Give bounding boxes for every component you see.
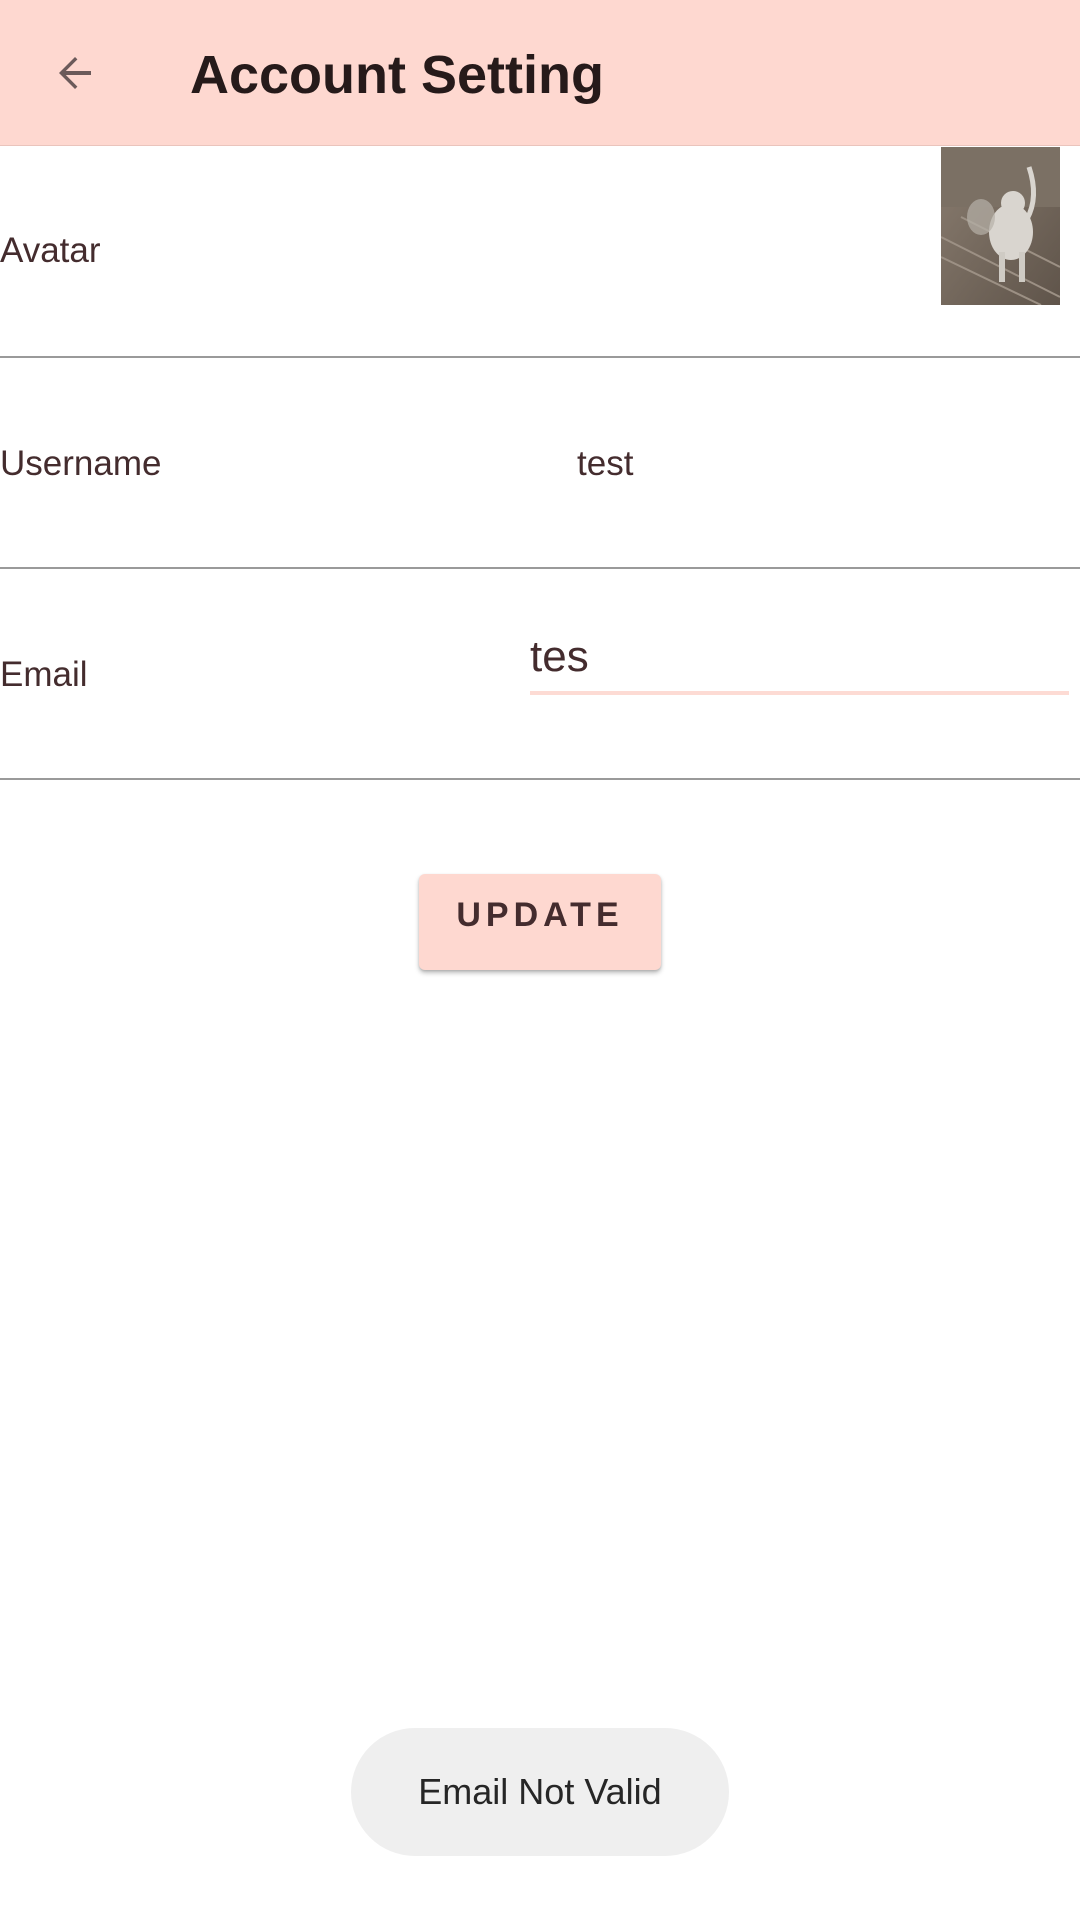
email-row: Email (0, 569, 1080, 780)
avatar-label: Avatar (0, 231, 101, 270)
email-field[interactable] (530, 631, 1069, 695)
toast-message: Email Not Valid (351, 1728, 729, 1856)
avatar-image (941, 147, 1060, 305)
avatar-row[interactable]: Avatar (0, 147, 1080, 358)
username-row: Username test (0, 358, 1080, 569)
username-label: Username (0, 444, 162, 483)
back-button[interactable] (38, 36, 112, 110)
avatar[interactable] (941, 147, 1060, 305)
app-bar: Account Setting (0, 0, 1080, 146)
update-button[interactable]: UPDATE (419, 874, 661, 970)
page-title: Account Setting (190, 45, 604, 105)
arrow-back-icon (59, 57, 91, 89)
username-value: test (577, 444, 634, 483)
email-label: Email (0, 655, 88, 694)
